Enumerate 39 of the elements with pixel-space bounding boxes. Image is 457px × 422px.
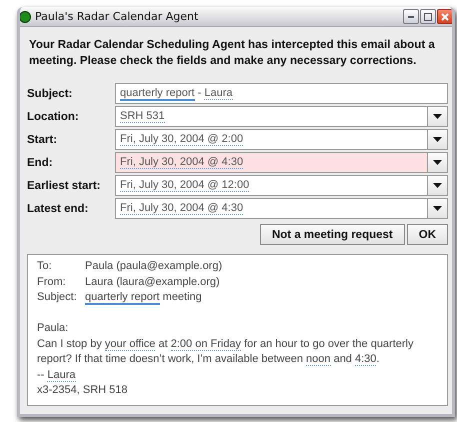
dialog-button[interactable]: OK — [406, 224, 448, 245]
text-field[interactable]: quarterly report - Laura — [115, 83, 448, 104]
header-value: Paula (paula@example.org) — [85, 259, 222, 274]
dropdown-button[interactable] — [428, 175, 448, 196]
dropdown-arrow-icon — [433, 183, 442, 188]
header-label: Subject: — [37, 290, 78, 305]
field-label: Subject: — [27, 88, 74, 100]
email-body: Paula: Can I stop by your office at 2:00 on Friday for an hour to go over the quarterly report? If that time doesn’t work, I’m available between noon and 4:30. -- Laura x3-2354, SRH 518 — [37, 321, 414, 398]
dropdown-arrow-icon — [433, 114, 442, 119]
combo-field[interactable]: Fri, July 30, 2004 @ 12:00 — [115, 175, 428, 196]
dropdown-arrow-icon — [433, 206, 442, 211]
combo-field[interactable]: Fri, July 30, 2004 @ 4:30 — [115, 152, 428, 173]
combo-field[interactable]: SRH 531 — [115, 106, 428, 127]
dropdown-button[interactable] — [428, 198, 448, 219]
field-label: End: — [27, 156, 54, 168]
intro-text: Your Radar Calendar Scheduling Agent has intercepted this email about a meeting. Please check the fields and make any necessary corrections. — [29, 37, 436, 69]
combo-field[interactable]: Fri, July 30, 2004 @ 4:30 — [115, 198, 428, 219]
dropdown-arrow-icon — [433, 160, 442, 165]
close-button[interactable] — [437, 9, 452, 24]
header-value: Laura (laura@example.org) — [85, 274, 220, 290]
dropdown-button[interactable] — [428, 106, 448, 127]
maximize-button[interactable] — [420, 9, 436, 24]
field-label: Latest end: — [27, 202, 90, 214]
dropdown-button[interactable] — [428, 152, 448, 173]
dropdown-button[interactable] — [428, 129, 448, 150]
field-label: Earliest start: — [27, 180, 102, 192]
dialog-button[interactable]: Not a meeting request — [260, 224, 405, 245]
maximize-icon — [424, 12, 432, 20]
minimize-button[interactable] — [403, 9, 419, 24]
dropdown-arrow-icon — [433, 137, 442, 142]
field-label: Start: — [27, 134, 58, 146]
combo-field[interactable]: Fri, July 30, 2004 @ 2:00 — [115, 129, 428, 150]
header-label: To: — [37, 259, 53, 274]
close-icon — [441, 12, 449, 20]
header-value: quarterly report meeting — [85, 290, 202, 306]
header-label: From: — [37, 274, 67, 290]
minimize-icon — [408, 16, 414, 18]
field-label: Location: — [27, 110, 80, 122]
window-title: Paula's Radar Calendar Agent — [35, 10, 200, 23]
